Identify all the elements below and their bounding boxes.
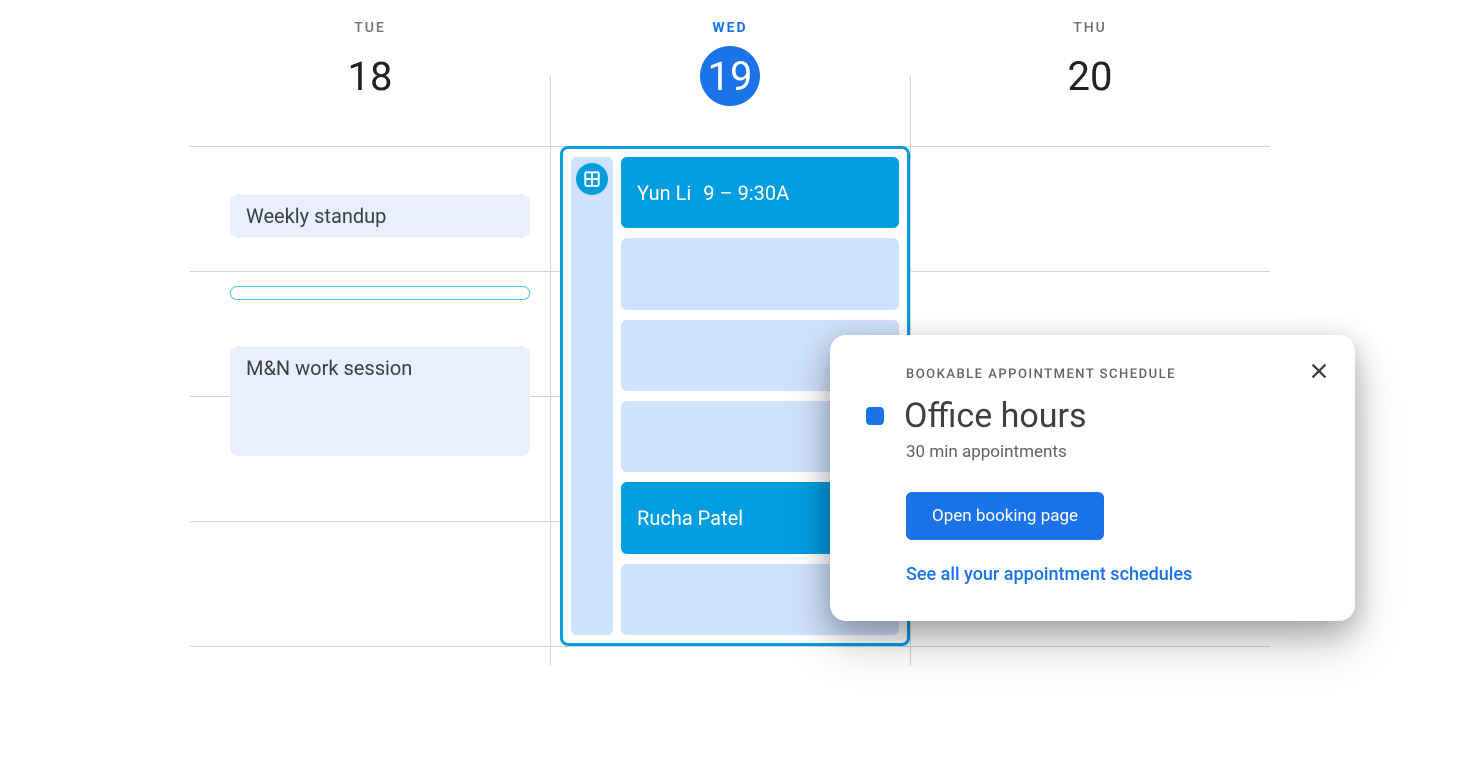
day-header-wed[interactable]: WED 19 [550, 20, 910, 106]
day-number: 18 [340, 46, 400, 106]
event-standup[interactable]: Weekly standup [230, 194, 530, 238]
appointment-slot[interactable]: Yun Li 9 – 9:30A [621, 157, 899, 228]
appointment-sidebar [571, 157, 613, 635]
event-title: Weekly standup [246, 204, 386, 228]
slot-attendee: Rucha Patel [637, 506, 743, 530]
popup-eyebrow: BOOKABLE APPOINTMENT SCHEDULE [906, 367, 1319, 382]
event-empty-outline[interactable] [230, 286, 530, 300]
event-title: M&N work session [246, 356, 412, 380]
open-booking-page-button[interactable]: Open booking page [906, 492, 1104, 540]
popup-title: Office hours [904, 396, 1087, 436]
event-work-session[interactable]: M&N work session [230, 346, 530, 456]
column-tue[interactable]: Weekly standup M&N work session [190, 146, 550, 666]
popup-title-row: Office hours [866, 396, 1319, 436]
slot-time: 9 – 9:30A [703, 181, 789, 205]
day-label: TUE [190, 20, 550, 36]
day-header-thu[interactable]: THU 20 [910, 20, 1270, 106]
close-icon [1308, 360, 1330, 382]
slot-attendee: Yun Li [637, 181, 691, 205]
day-label: THU [910, 20, 1270, 36]
day-header-tue[interactable]: TUE 18 [190, 20, 550, 106]
appointment-schedule-popup: BOOKABLE APPOINTMENT SCHEDULE Office hou… [830, 335, 1355, 621]
day-label: WED [550, 20, 910, 36]
day-number: 19 [700, 46, 760, 106]
grid-icon [576, 163, 608, 195]
day-number: 20 [1060, 46, 1120, 106]
day-headers: TUE 18 WED 19 THU 20 [190, 20, 1270, 106]
popup-subtitle: 30 min appointments [906, 442, 1319, 462]
color-chip-icon [866, 407, 884, 425]
see-all-schedules-link[interactable]: See all your appointment schedules [906, 564, 1319, 585]
appointment-slot[interactable] [621, 238, 899, 309]
close-button[interactable] [1303, 355, 1335, 387]
